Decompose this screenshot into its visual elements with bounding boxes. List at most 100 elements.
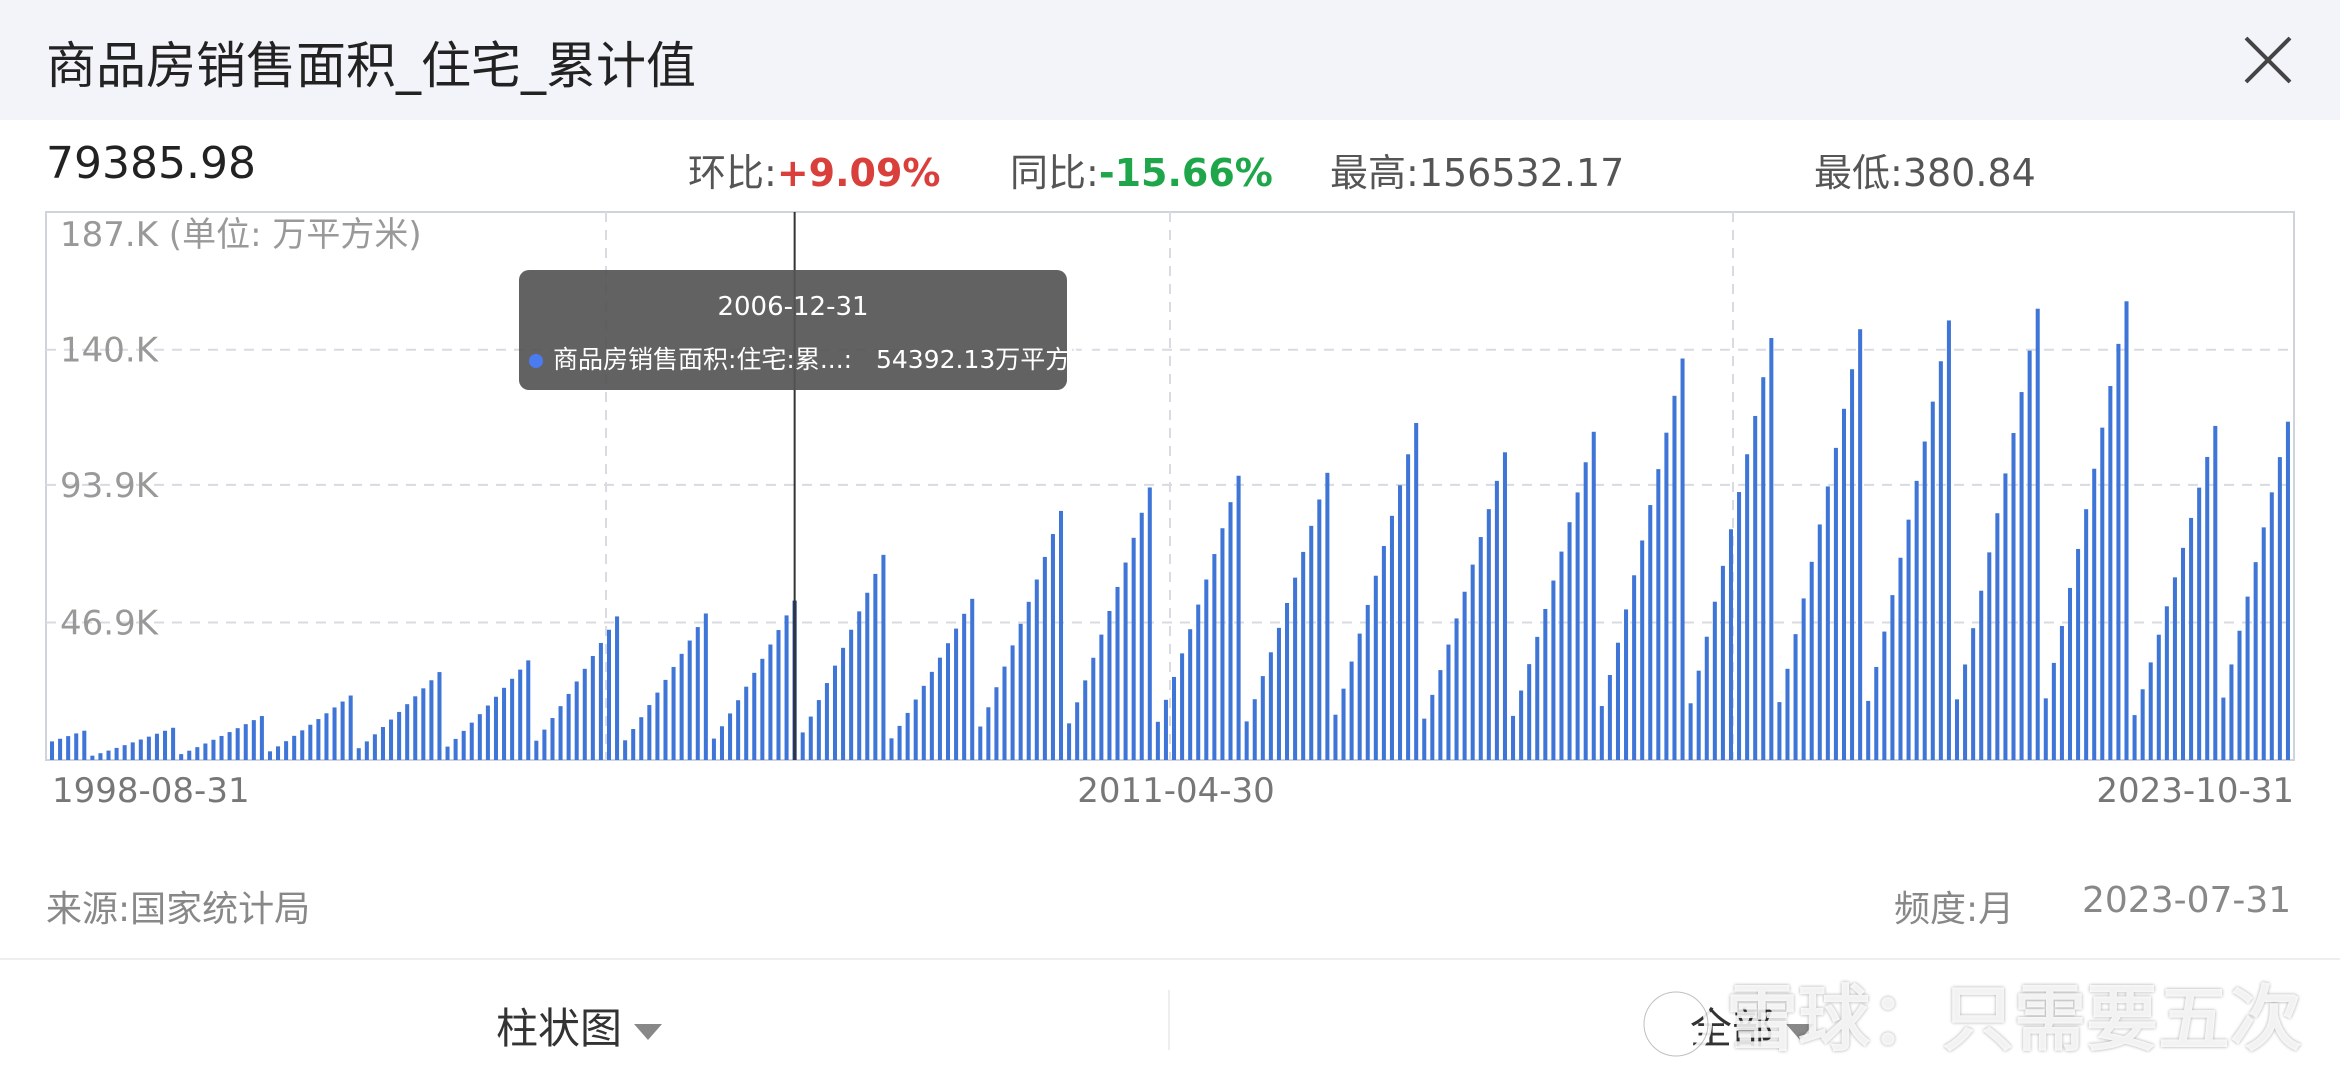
bar [1228, 502, 1233, 760]
data-date-label: 2023-07-31 [2082, 880, 2292, 921]
bar [1042, 556, 1047, 760]
bar [865, 592, 870, 760]
bar [1785, 668, 1790, 760]
bar [873, 573, 878, 760]
bar [1010, 645, 1015, 760]
bar [1543, 608, 1548, 760]
bar [2027, 350, 2032, 760]
bar [2221, 697, 2226, 760]
close-button[interactable] [2238, 30, 2298, 90]
snowball-logo-icon [1636, 984, 1716, 1064]
bar [1381, 545, 1386, 760]
bar [397, 711, 402, 760]
close-icon[interactable] [2238, 30, 2298, 90]
bar [2140, 689, 2145, 760]
high-stat: 最高:156532.17 [1330, 142, 1624, 197]
bar [2253, 562, 2258, 760]
bar [485, 705, 490, 760]
bar [340, 701, 345, 760]
bar [154, 733, 159, 760]
low-value: 380.84 [1902, 151, 2036, 195]
chart-type-dropdown[interactable]: 柱状图 [496, 995, 663, 1056]
bar [308, 724, 313, 760]
bar [1858, 329, 1863, 760]
bar [235, 728, 240, 760]
chart-tooltip: 2006-12-31 商品房销售面积:住宅:累...: 54392.13万平方米 [519, 270, 1095, 390]
bar [857, 611, 862, 760]
bar [1656, 469, 1661, 760]
series-dot-icon [529, 354, 543, 368]
unit-label: 187.K (单位: 万平方米) [60, 215, 422, 255]
bar [905, 712, 910, 760]
bar [1882, 631, 1887, 760]
bar [776, 630, 781, 760]
bar [1672, 395, 1677, 760]
high-value: 156532.17 [1418, 151, 1625, 195]
bar [195, 747, 200, 760]
bar [1260, 676, 1265, 760]
bar [558, 706, 563, 760]
tooltip-row: 商品房销售面积:住宅:累...: 54392.13万平方米 [529, 340, 1095, 376]
bar [1745, 454, 1750, 760]
bar [1430, 694, 1435, 760]
bar [1841, 408, 1847, 760]
bar [1333, 714, 1338, 760]
bar [1930, 401, 1935, 760]
bar [921, 685, 926, 760]
bar [1317, 499, 1322, 760]
bar [962, 613, 967, 760]
bar [1494, 480, 1499, 760]
bar [929, 671, 934, 760]
bar [1285, 602, 1290, 760]
bar [1155, 721, 1160, 760]
bar [566, 693, 571, 760]
bar [647, 705, 652, 760]
bar [2277, 457, 2282, 760]
bar [82, 730, 87, 760]
bar [1632, 575, 1637, 760]
bar [744, 686, 749, 760]
y-tick-label: 46.9K [60, 604, 160, 644]
bar [2164, 606, 2169, 760]
bar [1728, 529, 1733, 760]
bar [1898, 557, 1903, 760]
bar [1163, 699, 1168, 760]
low-stat: 最低:380.84 [1814, 142, 2036, 197]
bar [606, 629, 611, 760]
bar [542, 729, 547, 760]
bar [1002, 666, 1007, 760]
bar [2156, 634, 2161, 760]
bar [913, 699, 918, 760]
low-label: 最低: [1814, 151, 1903, 195]
bar [2043, 698, 2048, 760]
bar [816, 700, 821, 760]
bar [227, 732, 232, 760]
bar [66, 736, 71, 760]
bar [1995, 513, 2000, 760]
x-tick-label: 1998-08-31 [52, 771, 250, 811]
bar [1389, 515, 1394, 760]
bar [138, 739, 143, 760]
bar [1946, 320, 1951, 760]
bar [1349, 661, 1354, 760]
bar [719, 726, 725, 760]
bar [187, 750, 192, 760]
bar [1123, 562, 1128, 760]
bar [1575, 492, 1580, 760]
x-tick-label: 2011-04-30 [1077, 771, 1275, 811]
bar [348, 695, 353, 760]
bar [1987, 552, 1992, 760]
bar [284, 741, 289, 760]
bar [1058, 510, 1064, 760]
bar [808, 716, 813, 760]
bar [736, 700, 741, 760]
bar [90, 755, 95, 760]
bar [1761, 377, 1766, 760]
bar-chart[interactable]: 140.K 93.9K 46.9K 187.K (单位: 万平方米) 1998-08-3… [0, 200, 2340, 820]
bar [655, 692, 660, 760]
bar [1050, 534, 1055, 760]
bar [130, 742, 135, 760]
bar [1325, 472, 1330, 760]
chart-canvas[interactable]: 140.K 93.9K 46.9K 187.K (单位: 万平方米) 1998-08-3… [0, 200, 2340, 820]
bar [1624, 609, 1629, 760]
